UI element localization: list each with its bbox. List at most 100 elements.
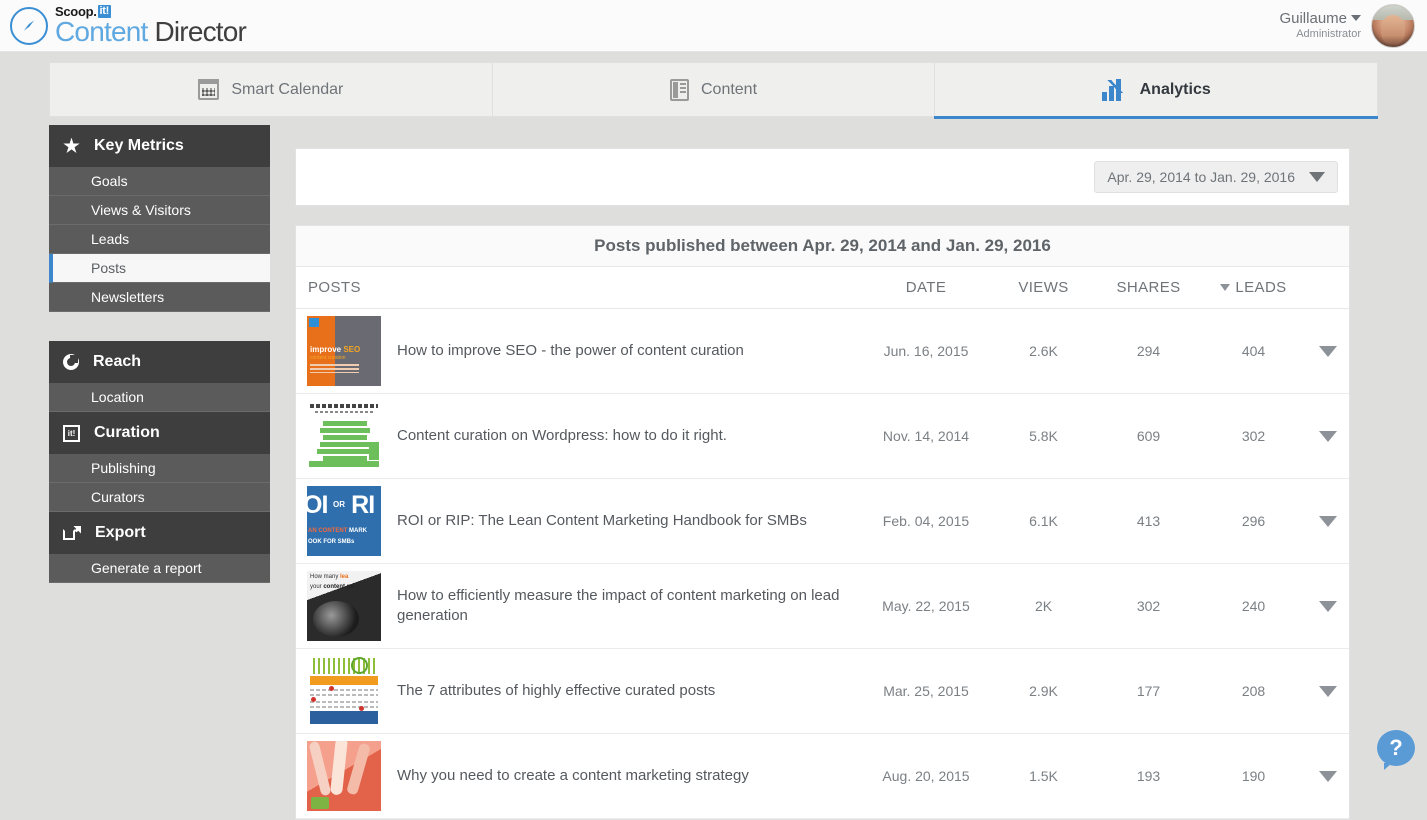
- column-header-leads-label: LEADS: [1235, 279, 1286, 296]
- chevron-down-icon[interactable]: [1351, 15, 1361, 21]
- sidebar-item-posts[interactable]: Posts: [49, 254, 270, 283]
- sidebar-header-reach[interactable]: Reach: [49, 341, 270, 383]
- brand-logo[interactable]: Scoop.it! Content Director: [10, 5, 246, 46]
- chevron-down-icon[interactable]: [1319, 686, 1337, 697]
- cell-views: 2.6K: [991, 343, 1096, 359]
- cell-date: Mar. 25, 2015: [861, 683, 991, 699]
- chevron-down-icon[interactable]: [1319, 601, 1337, 612]
- sidebar-item-newsletters[interactable]: Newsletters: [49, 283, 270, 312]
- column-header-posts[interactable]: POSTS: [296, 279, 861, 296]
- post-title[interactable]: ROI or RIP: The Lean Content Marketing H…: [397, 511, 821, 531]
- sort-descending-icon: [1220, 284, 1230, 291]
- column-header-leads[interactable]: LEADS: [1201, 279, 1306, 296]
- cell-leads: 190: [1201, 768, 1306, 784]
- sidebar-item-location[interactable]: Location: [49, 383, 270, 412]
- chevron-down-icon[interactable]: [1319, 516, 1337, 527]
- sidebar-item-label: Leads: [91, 231, 129, 247]
- date-range-selector[interactable]: Apr. 29, 2014 to Jan. 29, 2016: [1094, 161, 1338, 193]
- sidebar-group-title: Key Metrics: [94, 137, 184, 155]
- cell-shares: 294: [1096, 343, 1201, 359]
- thumb-improve-seo: improve SEO content curation: [307, 316, 381, 386]
- sidebar-item-publishing[interactable]: Publishing: [49, 454, 270, 483]
- tab-label: Smart Calendar: [231, 81, 343, 99]
- table-row[interactable]: Content curation on Wordpress: how to do…: [296, 394, 1349, 479]
- column-header-date[interactable]: DATE: [861, 279, 991, 296]
- tab-label: Content: [701, 81, 757, 99]
- user-role-label: Administrator: [1279, 27, 1361, 41]
- tab-smart-calendar[interactable]: Smart Calendar: [50, 63, 492, 116]
- thumb-why-strategy: [307, 741, 381, 811]
- tab-analytics[interactable]: Analytics: [934, 63, 1377, 116]
- compass-icon: [10, 7, 48, 45]
- table-row[interactable]: The 7 attributes of highly effective cur…: [296, 649, 1349, 734]
- cell-expand[interactable]: [1306, 601, 1349, 612]
- post-title[interactable]: How to efficiently measure the impact of…: [397, 586, 861, 626]
- post-title[interactable]: Content curation on Wordpress: how to do…: [397, 426, 741, 446]
- cell-expand[interactable]: [1306, 686, 1349, 697]
- posts-table-panel: Posts published between Apr. 29, 2014 an…: [295, 225, 1350, 820]
- sidebar-header-key-metrics[interactable]: Key Metrics: [49, 125, 270, 167]
- sidebar-header-export[interactable]: Export: [49, 512, 270, 554]
- cell-leads: 302: [1201, 428, 1306, 444]
- sidebar-spacer: [49, 312, 270, 341]
- tab-content[interactable]: Content: [492, 63, 935, 116]
- sidebar-item-views-visitors[interactable]: Views & Visitors: [49, 196, 270, 225]
- table-title: Posts published between Apr. 29, 2014 an…: [296, 226, 1349, 267]
- cell-date: Aug. 20, 2015: [861, 768, 991, 784]
- cell-expand[interactable]: [1306, 516, 1349, 527]
- cell-views: 2.9K: [991, 683, 1096, 699]
- help-chat-icon[interactable]: ?: [1377, 730, 1415, 766]
- thumb-seven-attributes: [307, 656, 381, 726]
- chevron-down-icon[interactable]: [1319, 771, 1337, 782]
- sidebar-item-curators[interactable]: Curators: [49, 483, 270, 512]
- cell-views: 2K: [991, 598, 1096, 614]
- avatar[interactable]: [1371, 4, 1415, 48]
- sidebar-group-title: Reach: [93, 353, 141, 371]
- column-header-views[interactable]: VIEWS: [991, 279, 1096, 296]
- user-menu[interactable]: Guillaume Administrator: [1279, 4, 1415, 48]
- sidebar-item-goals[interactable]: Goals: [49, 167, 270, 196]
- cell-post: How many lea your content ge How to effi…: [296, 571, 861, 641]
- cell-expand[interactable]: [1306, 431, 1349, 442]
- sidebar-item-label: Location: [91, 389, 144, 405]
- post-title[interactable]: The 7 attributes of highly effective cur…: [397, 681, 729, 701]
- post-title[interactable]: How to improve SEO - the power of conten…: [397, 341, 758, 361]
- table-row[interactable]: improve SEO content curation How to impr…: [296, 309, 1349, 394]
- sidebar-item-label: Views & Visitors: [91, 202, 191, 218]
- thumb-roi-or-rip: OI RIOR AN CONTENT MARK OOK FOR SMBs: [307, 486, 381, 556]
- post-title[interactable]: Why you need to create a content marketi…: [397, 766, 763, 786]
- date-range-label: Apr. 29, 2014 to Jan. 29, 2016: [1107, 169, 1295, 185]
- chevron-down-icon[interactable]: [1319, 431, 1337, 442]
- export-icon: [63, 526, 81, 540]
- calendar-icon: [198, 79, 219, 100]
- chevron-down-icon[interactable]: [1319, 346, 1337, 357]
- cell-post: OI RIOR AN CONTENT MARK OOK FOR SMBs ROI…: [296, 486, 861, 556]
- sidebar-item-leads[interactable]: Leads: [49, 225, 270, 254]
- sidebar-group-export: Export Generate a report: [49, 512, 270, 583]
- table-row[interactable]: OI RIOR AN CONTENT MARK OOK FOR SMBs ROI…: [296, 479, 1349, 564]
- cell-date: May. 22, 2015: [861, 598, 991, 614]
- cell-views: 1.5K: [991, 768, 1096, 784]
- tab-label: Analytics: [1140, 81, 1211, 99]
- cell-date: Feb. 04, 2015: [861, 513, 991, 529]
- sidebar-item-label: Generate a report: [91, 560, 202, 576]
- sidebar-group-title: Curation: [94, 424, 160, 442]
- sidebar-group-curation: it! Curation Publishing Curators: [49, 412, 270, 512]
- sidebar-header-curation[interactable]: it! Curation: [49, 412, 270, 454]
- cell-expand[interactable]: [1306, 771, 1349, 782]
- cell-views: 5.8K: [991, 428, 1096, 444]
- brand-content-text: Content: [55, 16, 147, 47]
- cell-expand[interactable]: [1306, 346, 1349, 357]
- thumb-wordpress-chart: [307, 401, 381, 471]
- sidebar-item-generate-a-report[interactable]: Generate a report: [49, 554, 270, 583]
- cell-leads: 404: [1201, 343, 1306, 359]
- table-row[interactable]: How many lea your content ge How to effi…: [296, 564, 1349, 649]
- cell-shares: 302: [1096, 598, 1201, 614]
- sidebar-item-label: Posts: [91, 260, 126, 276]
- column-header-shares[interactable]: SHARES: [1096, 279, 1201, 296]
- user-name-label: Guillaume: [1279, 10, 1347, 27]
- table-row[interactable]: Why you need to create a content marketi…: [296, 734, 1349, 819]
- sidebar-item-label: Publishing: [91, 460, 156, 476]
- sidebar-group-reach: Reach Location: [49, 341, 270, 412]
- cell-post: Content curation on Wordpress: how to do…: [296, 401, 861, 471]
